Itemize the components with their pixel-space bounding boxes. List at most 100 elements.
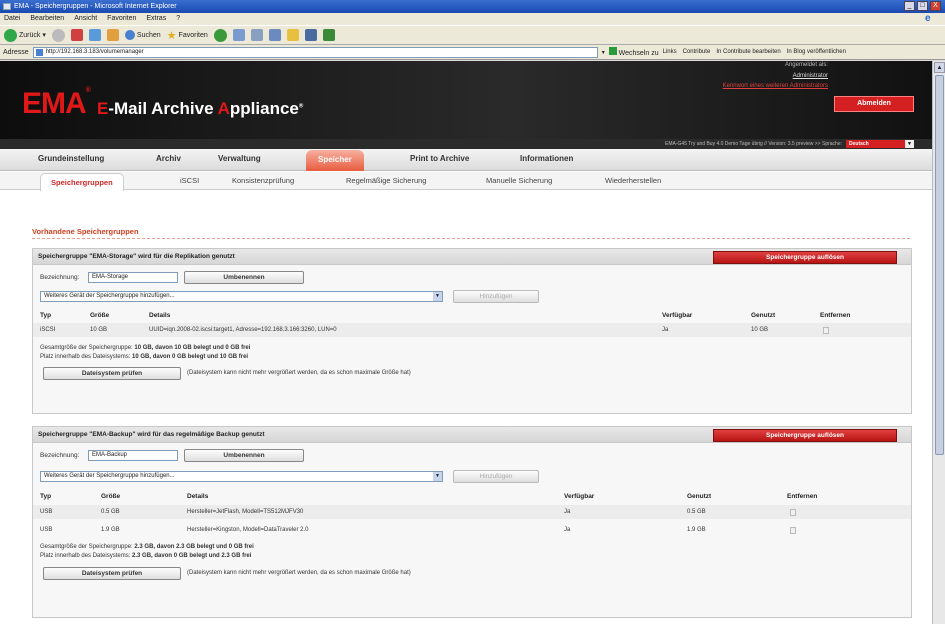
search-button[interactable]: Suchen bbox=[124, 30, 161, 40]
contribute-edit-link[interactable]: In Contribute bearbeiten bbox=[716, 49, 780, 55]
address-input[interactable]: http://192.168.3.183/volumemanager bbox=[32, 46, 598, 58]
research-icon[interactable] bbox=[322, 29, 335, 41]
stop-icon[interactable] bbox=[70, 29, 83, 41]
cell-details: Hersteller=JetFlash, Modell=TS512MJFV30 bbox=[187, 509, 304, 515]
col-typ: Typ bbox=[40, 312, 52, 319]
dissolve-group-button[interactable]: Speichergruppe auflösen bbox=[713, 251, 897, 264]
web-page: EMA® E-Mail Archive Appliance® Angemelde… bbox=[0, 61, 932, 624]
menu-favoriten[interactable]: Favoriten bbox=[107, 13, 136, 25]
ie-logo-icon: e bbox=[925, 13, 931, 24]
cell-genutzt: 10 GB bbox=[751, 327, 769, 333]
logged-in-label: Angemeldet als: bbox=[784, 62, 828, 68]
check-filesystem-button[interactable]: Dateisystem prüfen bbox=[43, 567, 181, 580]
tab-informationen[interactable]: Informationen bbox=[520, 154, 573, 163]
scroll-up-icon[interactable]: ▲ bbox=[934, 62, 945, 73]
table-row bbox=[33, 505, 911, 519]
storage-group: Speichergruppe "EMA-Storage" wird für di… bbox=[32, 248, 912, 414]
ie-app-icon bbox=[3, 3, 11, 10]
tab-grundeinstellung[interactable]: Grundeinstellung bbox=[38, 154, 104, 163]
folder-icon[interactable] bbox=[286, 29, 299, 41]
messenger-icon[interactable] bbox=[304, 29, 317, 41]
check-note: (Dateisystem kann nicht mehr vergrößert … bbox=[187, 370, 411, 376]
cell-typ: USB bbox=[40, 509, 53, 515]
back-button[interactable]: Zurück ▾ bbox=[4, 28, 46, 42]
logout-button[interactable]: Abmelden bbox=[834, 96, 914, 112]
cell-verfuegbar: Ja bbox=[564, 509, 571, 515]
cell-groesse: 1.9 GB bbox=[101, 527, 120, 533]
cell-genutzt: 1.9 GB bbox=[687, 527, 706, 533]
col-details: Details bbox=[187, 493, 209, 500]
col-genutzt: Genutzt bbox=[751, 312, 776, 319]
menu-datei[interactable]: Datei bbox=[4, 13, 20, 25]
home-icon[interactable] bbox=[106, 29, 119, 41]
search-icon bbox=[124, 30, 135, 40]
blog-link[interactable]: In Blog veröffentlichen bbox=[787, 49, 846, 55]
cell-details: UUID=iqn.2008-02.iscsi:target1, Adresse=… bbox=[149, 327, 337, 333]
rename-button[interactable]: Umbenennen bbox=[184, 449, 304, 462]
mail-icon[interactable] bbox=[232, 29, 245, 41]
trash-icon[interactable] bbox=[790, 509, 796, 516]
menu-help[interactable]: ? bbox=[176, 13, 180, 25]
chevron-down-icon: ▼ bbox=[433, 472, 442, 481]
address-label: Adresse bbox=[3, 48, 29, 56]
group-name-input[interactable]: EMA-Storage bbox=[88, 272, 178, 283]
edit-icon[interactable] bbox=[268, 29, 281, 41]
favorites-button[interactable]: ★ Favoriten bbox=[167, 29, 208, 42]
cell-groesse: 10 GB bbox=[90, 327, 108, 333]
add-device-select[interactable]: Weiteres Gerät der Speichergruppe hinzuf… bbox=[40, 291, 443, 302]
ema-logo: EMA® bbox=[22, 87, 91, 120]
col-entfernen: Entfernen bbox=[787, 493, 818, 500]
name-label: Bezeichnung: bbox=[40, 452, 80, 459]
rename-button[interactable]: Umbenennen bbox=[184, 271, 304, 284]
go-button[interactable]: Wechseln zu bbox=[608, 47, 659, 57]
trash-icon[interactable] bbox=[823, 327, 829, 334]
tab-verwaltung[interactable]: Verwaltung bbox=[218, 154, 261, 163]
add-device-button[interactable]: Hinzufügen bbox=[453, 470, 539, 483]
vertical-scrollbar[interactable]: ▲ bbox=[932, 61, 945, 624]
menu-ansicht[interactable]: Ansicht bbox=[74, 13, 97, 25]
chevron-down-icon: ▼ bbox=[433, 292, 442, 301]
group-title: Speichergruppe "EMA-Storage" wird für di… bbox=[38, 253, 235, 260]
dissolve-group-button[interactable]: Speichergruppe auflösen bbox=[713, 429, 897, 442]
contribute-link[interactable]: Contribute bbox=[683, 49, 711, 55]
col-verfuegbar: Verfügbar bbox=[662, 312, 693, 319]
summary-filesystem: Platz innerhalb des Dateisystems: 2.3 GB… bbox=[40, 553, 252, 559]
forward-arrow-icon[interactable] bbox=[51, 28, 65, 42]
close-button[interactable]: X bbox=[930, 1, 941, 11]
links-toolbar: Links Contribute In Contribute bearbeite… bbox=[663, 49, 846, 55]
password-link[interactable]: Kennwort eines weiteren Administrators bbox=[723, 83, 828, 89]
check-note: (Dateisystem kann nicht mehr vergrößert … bbox=[187, 570, 411, 576]
cell-details: Hersteller=Kingston, Modell=DataTraveler… bbox=[187, 527, 309, 533]
group-name-input[interactable]: EMA-Backup bbox=[88, 450, 178, 461]
print-icon[interactable] bbox=[250, 29, 263, 41]
add-device-select[interactable]: Weiteres Gerät der Speichergruppe hinzuf… bbox=[40, 471, 443, 482]
cell-verfuegbar: Ja bbox=[662, 327, 669, 333]
tab-archiv[interactable]: Archiv bbox=[156, 154, 181, 163]
tab-speicher[interactable]: Speicher bbox=[306, 150, 364, 171]
address-dropdown-icon[interactable]: ▾ bbox=[602, 49, 605, 56]
tab-print-to-archive[interactable]: Print to Archive bbox=[410, 154, 469, 163]
menu-extras[interactable]: Extras bbox=[146, 13, 166, 25]
version-text: EMA-G45 Try and Buy 4.0 Demo Tage übrig … bbox=[665, 141, 842, 147]
backup-group: Speichergruppe "EMA-Backup" wird für das… bbox=[32, 426, 912, 618]
maximize-button[interactable]: □ bbox=[917, 1, 928, 11]
col-typ: Typ bbox=[40, 493, 52, 500]
user-name-link[interactable]: Administrator bbox=[793, 73, 828, 79]
links-label[interactable]: Links bbox=[663, 49, 677, 55]
summary-filesystem: Platz innerhalb des Dateisystems: 10 GB,… bbox=[40, 354, 249, 360]
col-verfuegbar: Verfügbar bbox=[564, 493, 595, 500]
refresh-icon[interactable] bbox=[88, 29, 101, 41]
add-device-button[interactable]: Hinzufügen bbox=[453, 290, 539, 303]
main-content: Vorhandene Speichergruppen Speichergrupp… bbox=[26, 171, 914, 621]
cell-genutzt: 0.5 GB bbox=[687, 509, 706, 515]
menu-bearbeiten[interactable]: Bearbeiten bbox=[30, 13, 64, 25]
window-title: EMA - Speichergruppen - Microsoft Intern… bbox=[14, 3, 177, 10]
language-select[interactable]: Deutsch ▼ bbox=[846, 140, 914, 148]
group-header: Speichergruppe "EMA-Backup" wird für das… bbox=[33, 427, 911, 443]
check-filesystem-button[interactable]: Dateisystem prüfen bbox=[43, 367, 181, 380]
history-icon[interactable] bbox=[213, 28, 227, 42]
scroll-thumb[interactable] bbox=[935, 75, 944, 455]
trash-icon[interactable] bbox=[790, 527, 796, 534]
minimize-button[interactable]: _ bbox=[904, 1, 915, 11]
cell-typ: iSCSI bbox=[40, 327, 56, 333]
